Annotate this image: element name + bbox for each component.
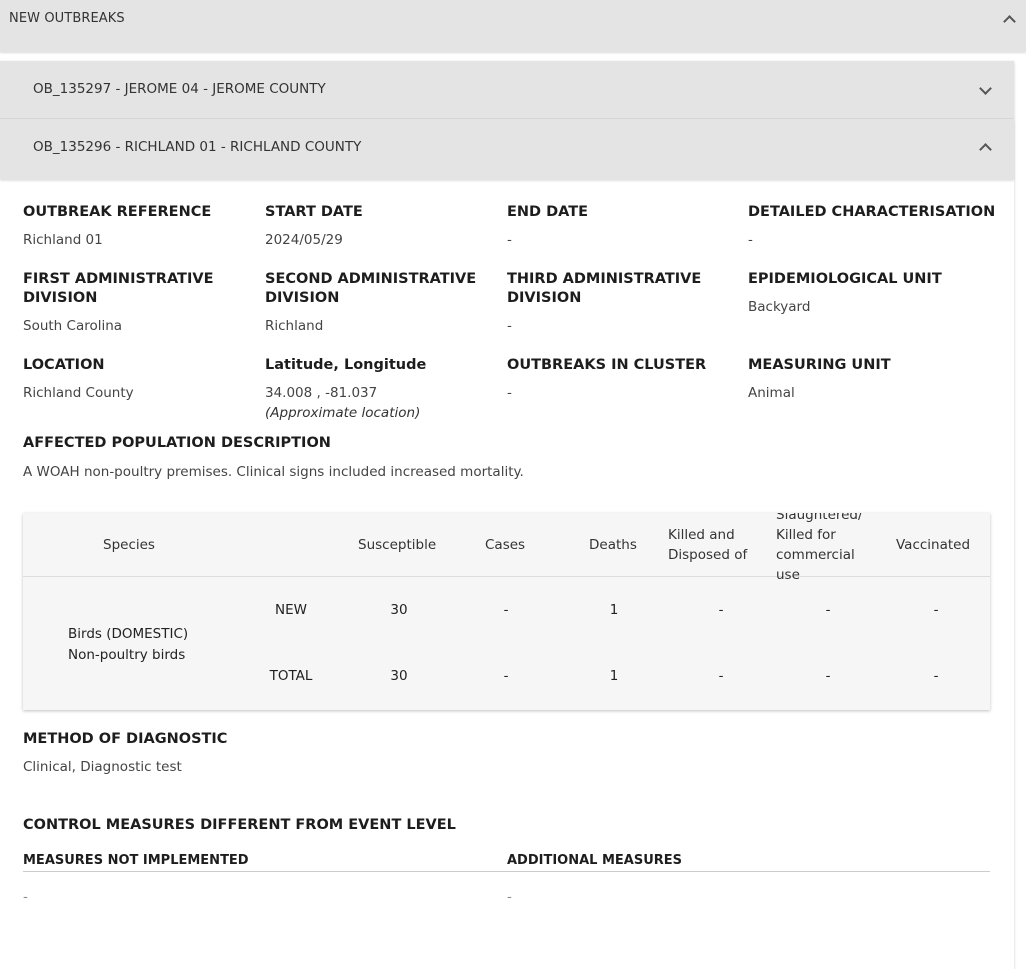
cell-killed: -: [718, 668, 724, 684]
outbreaks-in-cluster-label: OUTBREAKS IN CLUSTER: [507, 357, 707, 373]
new-outbreaks-header[interactable]: NEW OUTBREAKS: [0, 0, 1026, 52]
chevron-up-icon[interactable]: [1003, 15, 1016, 28]
cell-vaccinated: -: [933, 602, 939, 618]
first-admin-value: South Carolina: [23, 318, 123, 334]
cell-slaughtered: -: [825, 668, 831, 684]
lat-long-label: Latitude, Longitude: [265, 357, 427, 373]
species-cell: Birds (DOMESTIC) Non-poultry birds: [68, 624, 188, 666]
location-label: LOCATION: [23, 357, 105, 373]
cell-slaughtered: -: [825, 602, 831, 618]
header-line: Slaughtered/: [776, 513, 863, 523]
measuring-unit-value: Animal: [748, 385, 795, 401]
outbreak-reference-value: Richland 01: [23, 232, 103, 248]
diagnostic-value: Clinical, Diagnostic test: [23, 759, 182, 775]
label-line: FIRST ADMINISTRATIVE: [23, 271, 214, 287]
species-table: Species Susceptible Cases Deaths Killed …: [23, 513, 990, 710]
header-line: Disposed of: [668, 547, 748, 563]
additional-measures-label: ADDITIONAL MEASURES: [507, 853, 683, 868]
cell-deaths: 1: [609, 668, 619, 684]
species-subname: Non-poultry birds: [68, 647, 186, 663]
cell-susceptible: 30: [390, 668, 408, 684]
header-line: commercial: [776, 547, 855, 563]
measures-not-implemented-label: MEASURES NOT IMPLEMENTED: [23, 853, 249, 868]
approximate-location-note: (Approximate location): [265, 405, 421, 421]
cell-cases: -: [503, 668, 509, 684]
species-name: Birds (DOMESTIC): [68, 626, 189, 642]
label-line: DIVISION: [265, 290, 340, 306]
additional-measures-value: -: [507, 889, 512, 905]
label-line: DIVISION: [23, 290, 98, 306]
outbreak-header-richland[interactable]: OB_135296 - RICHLAND 01 - RICHLAND COUNT…: [0, 119, 1014, 179]
outbreak-title: OB_135296 - RICHLAND 01 - RICHLAND COUNT…: [33, 139, 362, 155]
susceptible-header: Susceptible: [358, 537, 437, 553]
table-header-row: Species Susceptible Cases Deaths Killed …: [23, 513, 990, 583]
lat-long-value: 34.008 , -81.037: [265, 385, 378, 401]
first-admin-label: FIRST ADMINISTRATIVE DIVISION: [23, 270, 213, 308]
detailed-characterisation-label: DETAILED CHARACTERISATION: [748, 204, 996, 220]
affected-population-label: AFFECTED POPULATION DESCRIPTION: [23, 435, 331, 451]
divider: [23, 871, 990, 872]
section-title: NEW OUTBREAKS: [9, 11, 125, 26]
cell-deaths: 1: [609, 602, 619, 618]
label-line: THIRD ADMINISTRATIVE: [507, 271, 702, 287]
second-admin-value: Richland: [265, 318, 324, 334]
header-line: Killed and: [668, 527, 735, 543]
epi-unit-label: EPIDEMIOLOGICAL UNIT: [748, 271, 942, 287]
species-header: Species: [103, 537, 155, 553]
row-label-new: NEW: [275, 602, 307, 618]
start-date-value: 2024/05/29: [265, 232, 343, 248]
outbreak-title: OB_135297 - JEROME 04 - JEROME COUNTY: [33, 81, 326, 97]
row-label-total: TOTAL: [269, 668, 313, 684]
end-date-label: END DATE: [507, 204, 589, 220]
label-line: SECOND ADMINISTRATIVE: [265, 271, 477, 287]
third-admin-value: -: [507, 318, 512, 334]
end-date-value: -: [507, 232, 512, 248]
chevron-up-icon[interactable]: [979, 143, 992, 156]
outbreak-reference-label: OUTBREAK REFERENCE: [23, 204, 212, 220]
outbreak-header-jerome[interactable]: OB_135297 - JEROME 04 - JEROME COUNTY: [0, 61, 1014, 119]
affected-population-value: A WOAH non-poultry premises. Clinical si…: [23, 464, 524, 480]
cell-susceptible: 30: [390, 602, 408, 618]
control-measures-title: CONTROL MEASURES DIFFERENT FROM EVENT LE…: [23, 817, 456, 833]
diagnostic-label: METHOD OF DIAGNOSTIC: [23, 731, 228, 747]
cell-cases: -: [503, 602, 509, 618]
killed-header: Killed and Disposed of: [668, 525, 747, 565]
deaths-header: Deaths: [589, 537, 637, 553]
measures-not-implemented-value: -: [23, 889, 28, 905]
chevron-down-icon[interactable]: [979, 82, 992, 95]
label-line: DIVISION: [507, 290, 582, 306]
third-admin-label: THIRD ADMINISTRATIVE DIVISION: [507, 270, 701, 308]
outbreaks-in-cluster-value: -: [507, 385, 512, 401]
epi-unit-value: Backyard: [748, 299, 811, 315]
cell-killed: -: [718, 602, 724, 618]
cell-vaccinated: -: [933, 668, 939, 684]
location-value: Richland County: [23, 385, 134, 401]
measuring-unit-label: MEASURING UNIT: [748, 357, 891, 373]
vaccinated-header: Vaccinated: [896, 537, 971, 553]
header-line: Killed for: [776, 527, 836, 543]
header-line: use: [776, 567, 800, 583]
cases-header: Cases: [485, 537, 526, 553]
slaughtered-header: Slaughtered/ Killed for commercial use: [776, 513, 863, 585]
second-admin-label: SECOND ADMINISTRATIVE DIVISION: [265, 270, 476, 308]
detailed-characterisation-value: -: [748, 232, 753, 248]
start-date-label: START DATE: [265, 204, 363, 220]
